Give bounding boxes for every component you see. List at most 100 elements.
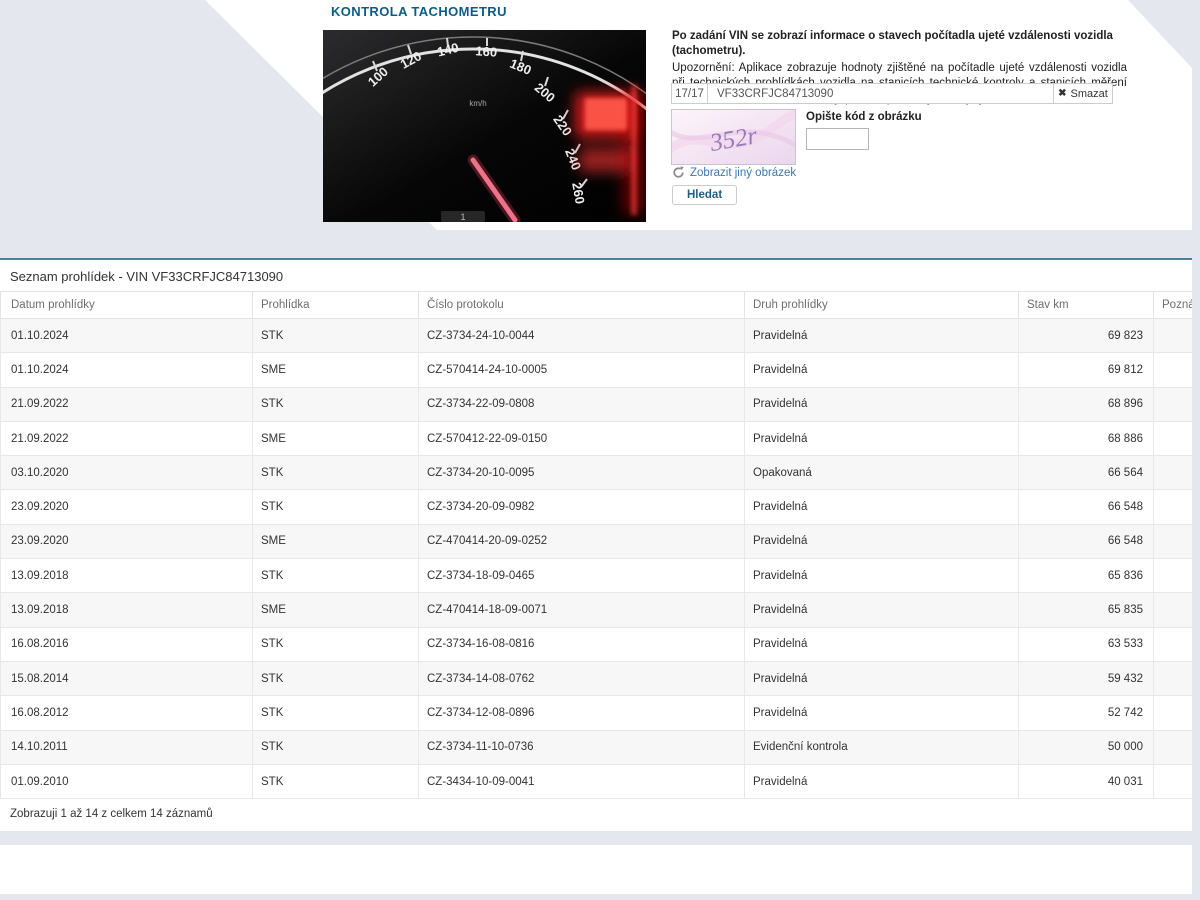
clear-button[interactable]: ✖ Smazat	[1054, 83, 1113, 104]
intro-lead: Po zadání VIN se zobrazí informace o sta…	[672, 30, 1113, 58]
tachometer-graphic: 100 120 140 160 180 200 220 240 260 km/h	[323, 30, 646, 222]
column-header: Číslo protokolu	[418, 291, 745, 319]
column-header: Stav km	[1018, 291, 1154, 319]
cell-inspection-kind: Pravidelná	[744, 763, 1019, 800]
table-row: 21.09.2022 SME CZ-570412-22-09-0150 Prav…	[0, 420, 1200, 457]
table-row: 13.09.2018 SME CZ-470414-18-09-0071 Prav…	[0, 592, 1200, 628]
cell-date: 21.09.2022	[0, 420, 253, 457]
cell-date: 01.09.2010	[0, 763, 253, 800]
cell-inspection-kind: Pravidelná	[744, 523, 1019, 560]
cell-odometer-km: 68 896	[1018, 386, 1154, 422]
table-row: 14.10.2011 STK CZ-3734-11-10-0736 Eviden…	[0, 729, 1200, 765]
cell-protocol-number: CZ-3734-11-10-0736	[418, 729, 745, 765]
table-row: 16.08.2012 STK CZ-3734-12-08-0896 Pravid…	[0, 695, 1200, 731]
captcha-input[interactable]	[806, 128, 869, 150]
vin-input[interactable]	[708, 83, 1054, 104]
cell-protocol-number: CZ-3734-22-09-0808	[418, 386, 745, 422]
cell-date: 23.09.2020	[0, 489, 253, 525]
cell-odometer-km: 65 835	[1018, 592, 1154, 628]
cell-protocol-number: CZ-3734-18-09-0465	[418, 558, 745, 594]
cell-inspection-type: STK	[252, 660, 419, 697]
cell-inspection-type: STK	[252, 317, 419, 354]
cell-inspection-type: STK	[252, 626, 419, 662]
cell-inspection-type: STK	[252, 729, 419, 765]
page-bottom-strip	[0, 894, 1200, 900]
page-title: KONTROLA TACHOMETRU	[331, 4, 507, 19]
clear-button-label: Smazat	[1070, 87, 1108, 100]
captcha-refresh-row: Zobrazit jiný obrázek	[672, 166, 796, 179]
clear-x-icon: ✖	[1058, 88, 1067, 99]
cell-date: 21.09.2022	[0, 386, 253, 422]
cell-odometer-km: 59 432	[1018, 660, 1154, 697]
separator-band-bottom	[0, 831, 1200, 845]
cell-odometer-km: 66 548	[1018, 523, 1154, 560]
refresh-icon[interactable]	[672, 166, 685, 179]
cell-inspection-type: STK	[252, 558, 419, 594]
cell-protocol-number: CZ-3734-24-10-0044	[418, 317, 745, 354]
cell-inspection-type: SME	[252, 592, 419, 628]
cell-date: 15.08.2014	[0, 660, 253, 697]
cell-date: 14.10.2011	[0, 729, 253, 765]
cell-inspection-kind: Pravidelná	[744, 558, 1019, 594]
cell-odometer-km: 69 823	[1018, 317, 1154, 354]
cell-inspection-kind: Pravidelná	[744, 386, 1019, 422]
cell-inspection-kind: Pravidelná	[744, 420, 1019, 457]
dial-number: 160	[475, 43, 498, 59]
inspection-table: Datum prohlídky Prohlídka Číslo protokolu D…	[0, 291, 1200, 800]
dial-unit-label: km/h	[469, 99, 486, 108]
captcha-image: 352r	[663, 109, 807, 165]
cell-protocol-number: CZ-470414-20-09-0252	[418, 523, 745, 560]
cell-protocol-number: CZ-3434-10-09-0041	[418, 763, 745, 800]
cell-date: 16.08.2016	[0, 626, 253, 662]
column-header: Datum prohlídky	[0, 291, 253, 319]
refresh-captcha-link[interactable]: Zobrazit jiný obrázek	[690, 167, 796, 179]
cell-protocol-number: CZ-3734-14-08-0762	[418, 660, 745, 697]
inspection-table-body: 01.10.2024 STK CZ-3734-24-10-0044 Pravid…	[0, 317, 1200, 800]
table-header-row: Datum prohlídky Prohlídka Číslo protokolu D…	[0, 291, 1200, 319]
tachometer-image: 100 120 140 160 180 200 220 240 260 km/h	[323, 30, 646, 222]
cell-inspection-kind: Opakovaná	[744, 455, 1019, 491]
cell-protocol-number: CZ-570414-24-10-0005	[418, 352, 745, 388]
cell-inspection-kind: Pravidelná	[744, 660, 1019, 697]
cell-inspection-type: STK	[252, 455, 419, 491]
cell-date: 03.10.2020	[0, 455, 253, 491]
cell-date: 13.09.2018	[0, 558, 253, 594]
captcha-label: Opište kód z obrázku	[806, 111, 922, 123]
cell-odometer-km: 40 031	[1018, 763, 1154, 800]
cell-inspection-type: SME	[252, 420, 419, 457]
separator-band-top	[0, 230, 1200, 258]
cell-protocol-number: CZ-3734-16-08-0816	[418, 626, 745, 662]
cell-inspection-kind: Evidenční kontrola	[744, 729, 1019, 765]
cell-protocol-number: CZ-470414-18-09-0071	[418, 592, 745, 628]
cell-protocol-number: CZ-570412-22-09-0150	[418, 420, 745, 457]
results-count-text: Zobrazuji 1 až 14 z celkem 14 záznamů	[10, 808, 213, 821]
cell-inspection-type: STK	[252, 386, 419, 422]
cell-protocol-number: CZ-3734-20-10-0095	[418, 455, 745, 491]
cell-inspection-kind: Pravidelná	[744, 695, 1019, 731]
cell-inspection-kind: Pravidelná	[744, 317, 1019, 354]
cell-inspection-kind: Pravidelná	[744, 352, 1019, 388]
table-row: 03.10.2020 STK CZ-3734-20-10-0095 Opakov…	[0, 455, 1200, 491]
cell-date: 01.10.2024	[0, 317, 253, 354]
svg-text:1: 1	[460, 212, 465, 222]
table-row: 23.09.2020 STK CZ-3734-20-09-0982 Pravid…	[0, 489, 1200, 525]
search-button[interactable]: Hledat	[672, 185, 738, 205]
vin-input-group: 17/17 ✖ Smazat	[671, 83, 1113, 104]
table-row: 01.09.2010 STK CZ-3434-10-09-0041 Pravid…	[0, 763, 1200, 800]
cell-inspection-kind: Pravidelná	[744, 592, 1019, 628]
cell-odometer-km: 66 564	[1018, 455, 1154, 491]
header-diagonal-right	[1128, 0, 1192, 68]
cell-odometer-km: 66 548	[1018, 489, 1154, 525]
table-row: 16.08.2016 STK CZ-3734-16-08-0816 Pravid…	[0, 626, 1200, 662]
cell-inspection-type: STK	[252, 763, 419, 800]
cell-date: 23.09.2020	[0, 523, 253, 560]
captcha-graphic: 352r	[663, 109, 807, 164]
cell-inspection-kind: Pravidelná	[744, 626, 1019, 662]
cell-odometer-km: 68 886	[1018, 420, 1154, 457]
table-row: 01.10.2024 SME CZ-570414-24-10-0005 Prav…	[0, 352, 1200, 388]
cell-inspection-type: SME	[252, 352, 419, 388]
page-right-edge	[1192, 0, 1200, 900]
column-header: Druh prohlídky	[744, 291, 1019, 319]
page: KONTROLA TACHOMETRU 100 120 140 160 180 …	[0, 0, 1200, 900]
column-header: Prohlídka	[252, 291, 419, 319]
